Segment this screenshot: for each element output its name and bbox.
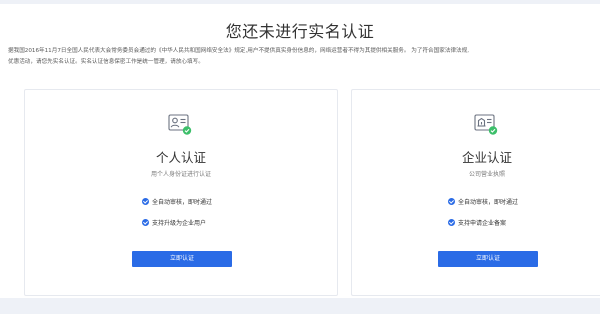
business-license-icon (474, 114, 498, 135)
feature-item: 支持升级为企业用户 (142, 218, 206, 227)
personal-verify-button[interactable]: 立即认证 (132, 251, 232, 267)
company-verify-button[interactable]: 立即认证 (438, 251, 538, 267)
card-subtitle: 公司营业执照 (468, 171, 505, 178)
feature-item: 支持申请企业备案 (448, 218, 506, 227)
card-subtitle: 用个人身份证进行认证 (150, 171, 211, 178)
check-circle-icon (448, 219, 455, 226)
feature-item: 全自动审核，即时通过 (448, 197, 518, 206)
feature-item: 全自动审核，即时通过 (142, 197, 212, 206)
check-circle-icon (142, 198, 149, 205)
check-circle-icon (448, 198, 455, 205)
card-title: 个人认证 (155, 150, 206, 165)
card-title: 企业认证 (461, 150, 512, 165)
legal-notice: 据我国2016年11月7日全国人民代表大会常务委员会通过的《中华人民共和国网络安… (8, 46, 600, 67)
company-verification-card: 企业认证 公司营业执照 全自动审核，即时通过 支持申请企业备案 立即认证 (351, 89, 600, 296)
feature-label: 全自动审核，即时通过 (152, 199, 213, 206)
id-card-icon (168, 114, 192, 135)
personal-verification-card: 个人认证 用个人身份证进行认证 全自动审核，即时通过 支持升级为企业用户 立即认… (24, 89, 338, 296)
notice-line: 据我国2016年11月7日全国人民代表大会常务委员会通过的《中华人民共和国网络安… (8, 48, 469, 54)
feature-label: 支持升级为企业用户 (152, 220, 207, 227)
page-title: 您还未进行实名认证 (225, 22, 375, 41)
notice-line: 优惠活动，请您先实名认证。实名认证信息保密工作是统一管理，请放心填写。 (8, 58, 204, 65)
main-panel: 您还未进行实名认证 据我国2016年11月7日全国人民代表大会常务委员会通过的《… (0, 4, 600, 298)
feature-label: 支持申请企业备案 (458, 220, 507, 227)
check-circle-icon (142, 219, 149, 226)
feature-label: 全自动审核，即时通过 (458, 199, 519, 206)
